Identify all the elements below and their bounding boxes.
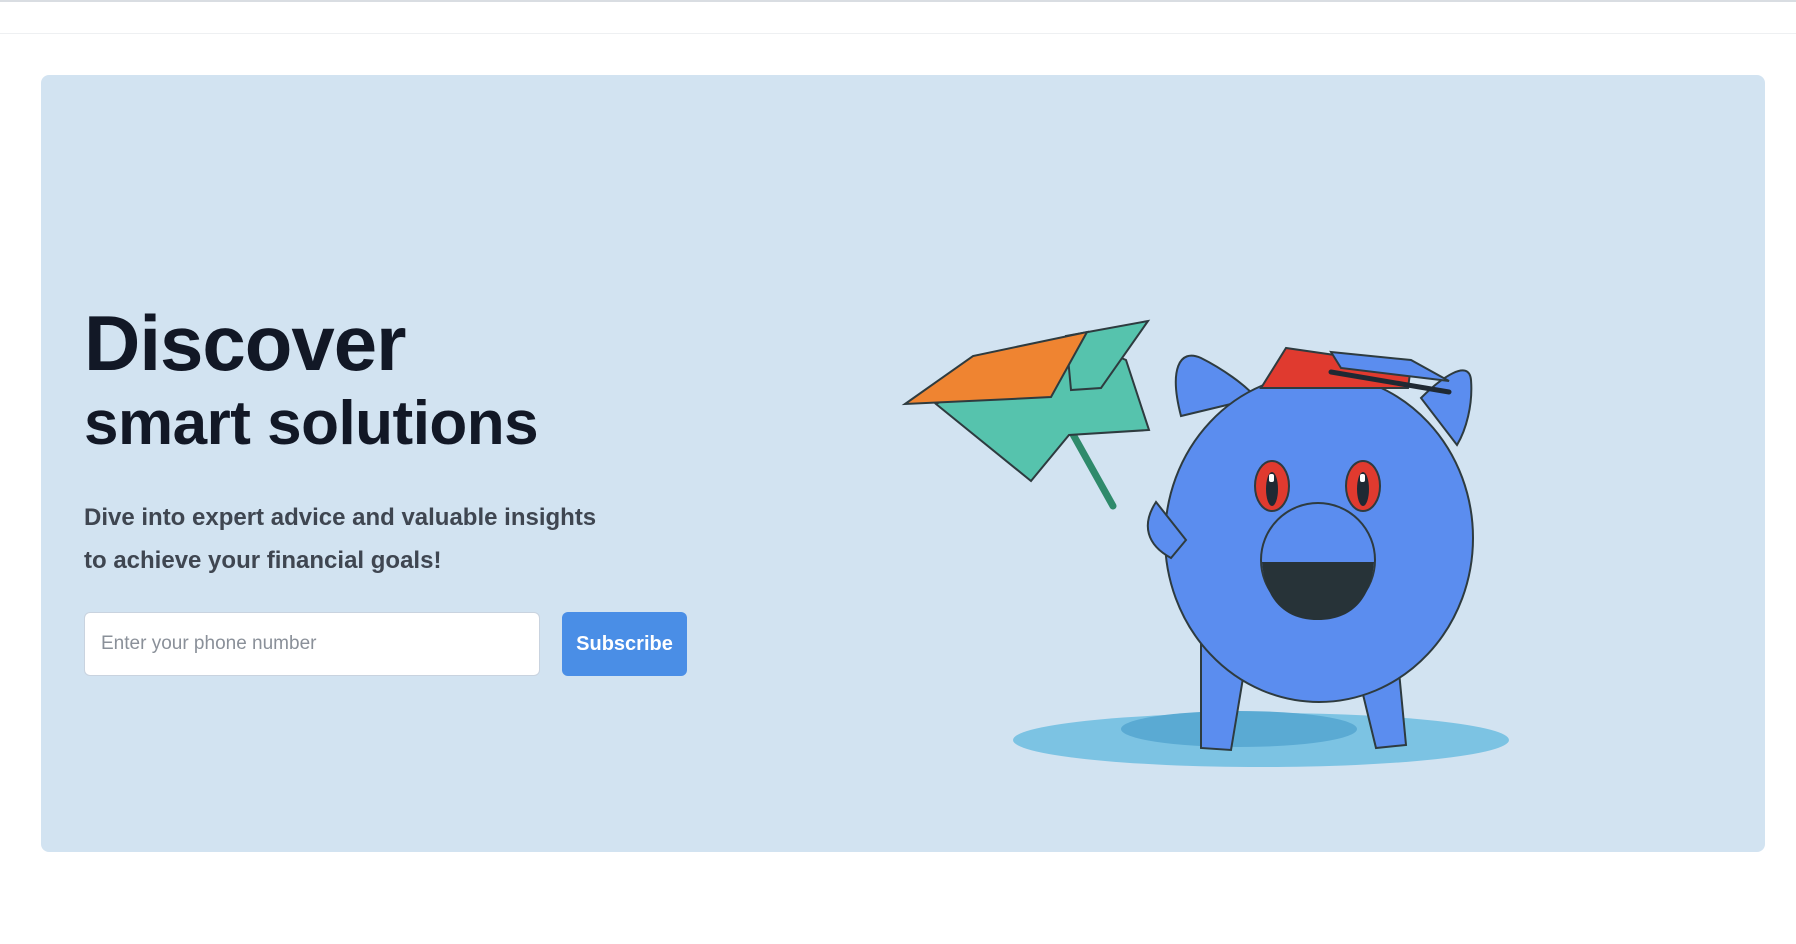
piggy-bank-graduation-illustration	[901, 319, 1509, 767]
hero-subtitle-line1: Dive into expert advice and valuable ins…	[84, 504, 597, 531]
kite-teal-flap	[1064, 319, 1151, 392]
phone-number-input[interactable]	[84, 612, 540, 676]
subscribe-form: Subscribe	[84, 612, 687, 676]
hero-subtitle-line2: to achieve your financial goals!	[84, 547, 442, 574]
top-bar	[0, 2, 1796, 34]
hero-text-block: Discover smart solutions Dive into exper…	[84, 300, 764, 582]
pig-right-eye-shine	[1360, 474, 1365, 482]
hero-banner: Discover smart solutions Dive into exper…	[41, 75, 1765, 852]
hero-title: Discover	[84, 299, 407, 387]
pig-left-eye-shine	[1269, 474, 1274, 482]
hero-title-secondary: smart solutions	[84, 389, 539, 458]
ground-shadow-inner	[1121, 711, 1357, 747]
subscribe-button[interactable]: Subscribe	[562, 612, 687, 676]
hero-subtitle: Dive into expert advice and valuable ins…	[84, 496, 644, 582]
